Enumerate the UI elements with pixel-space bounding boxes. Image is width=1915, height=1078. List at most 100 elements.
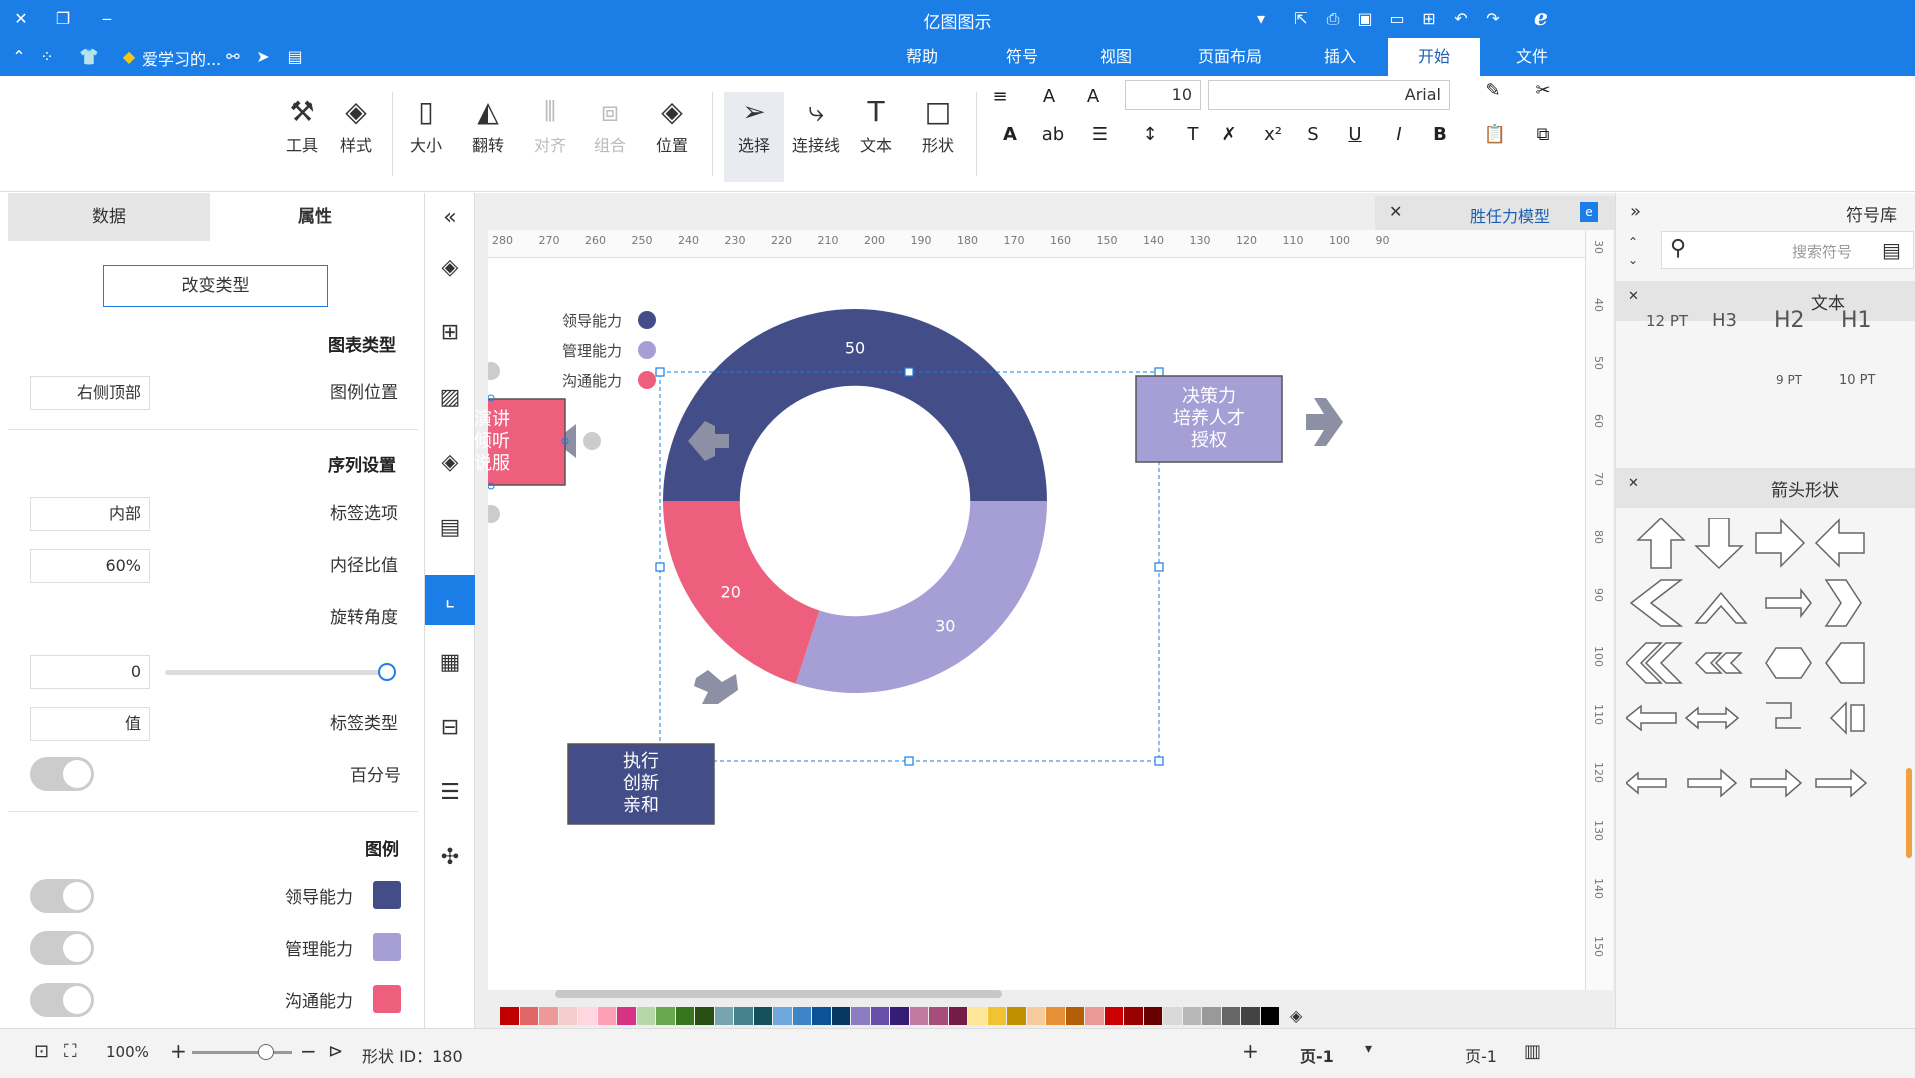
font-increase-icon[interactable]: A bbox=[1078, 82, 1108, 112]
font-color-icon[interactable]: A bbox=[995, 120, 1025, 150]
print-icon[interactable]: ⎙ bbox=[1322, 8, 1344, 30]
undo-icon[interactable]: ↶ bbox=[1450, 8, 1472, 30]
apps-icon[interactable]: ⁘ bbox=[36, 46, 58, 68]
palette-swatch[interactable] bbox=[1143, 1007, 1162, 1025]
collapse-ribbon-icon[interactable]: ⌃ bbox=[8, 46, 30, 68]
text-sample[interactable]: 9 PT bbox=[1776, 373, 1802, 387]
text-button[interactable]: T 文本 bbox=[846, 92, 906, 182]
group-button[interactable]: ⧈ 组合 bbox=[580, 92, 640, 182]
box-pink-text[interactable]: 演讲 倾听 说服 bbox=[419, 399, 565, 485]
tab-help[interactable]: 帮助 bbox=[896, 38, 948, 76]
tab-file[interactable]: 文件 bbox=[1510, 38, 1554, 76]
export-icon[interactable]: ⇱ bbox=[1290, 8, 1312, 30]
palette-swatch[interactable] bbox=[636, 1007, 655, 1025]
search-icon[interactable]: ⚲ bbox=[1670, 236, 1686, 261]
bold-icon[interactable]: B bbox=[1425, 120, 1455, 150]
line-spacing-icon[interactable]: ↕ bbox=[1135, 120, 1165, 150]
add-page-icon[interactable]: + bbox=[1242, 1039, 1259, 1063]
palette-swatch[interactable] bbox=[1221, 1007, 1240, 1025]
legend-item-toggle[interactable] bbox=[30, 983, 94, 1017]
underline-icon[interactable]: U bbox=[1340, 120, 1370, 150]
arrow-shapes-grid[interactable] bbox=[1626, 518, 1915, 1028]
play-icon[interactable]: ⊳ bbox=[328, 1041, 343, 1062]
palette-swatch[interactable] bbox=[617, 1007, 636, 1025]
palette-swatch[interactable] bbox=[539, 1007, 558, 1025]
fit-icon[interactable]: ✣ bbox=[435, 843, 465, 873]
palette-swatch[interactable] bbox=[1085, 1007, 1104, 1025]
inner-ratio-stepper[interactable]: 60% bbox=[30, 549, 150, 583]
arrow-down-left-shape[interactable] bbox=[694, 670, 738, 704]
palette-swatch[interactable] bbox=[870, 1007, 889, 1025]
arrow-right-shape[interactable] bbox=[1306, 398, 1343, 446]
select-button[interactable]: ➢ 选择 bbox=[724, 92, 784, 182]
page-selector[interactable]: 页-1 bbox=[1465, 1043, 1497, 1067]
strikethrough-icon[interactable]: S bbox=[1298, 120, 1328, 150]
connector-button[interactable]: ⤷ 连接线 bbox=[786, 92, 846, 182]
text-sample[interactable]: H2 bbox=[1774, 308, 1805, 333]
palette-swatch[interactable] bbox=[1104, 1007, 1123, 1025]
chart-icon[interactable]: ⌞ bbox=[425, 575, 475, 625]
palette-swatch[interactable] bbox=[500, 1007, 519, 1025]
slider-handle[interactable] bbox=[378, 663, 396, 681]
palette-swatch[interactable] bbox=[890, 1007, 909, 1025]
palette-swatch[interactable] bbox=[714, 1007, 733, 1025]
fit-width-icon[interactable]: ⊡ bbox=[34, 1041, 49, 1062]
palette-swatch[interactable] bbox=[909, 1007, 928, 1025]
palette-swatch[interactable] bbox=[1260, 1007, 1279, 1025]
color-palette[interactable] bbox=[488, 1005, 1585, 1027]
text-style-icon[interactable]: T bbox=[1178, 120, 1208, 150]
legend-item-toggle[interactable] bbox=[30, 879, 94, 913]
style-button[interactable]: ◈ 样式 bbox=[326, 92, 386, 182]
tab-properties[interactable]: 属性 bbox=[210, 193, 420, 241]
percent-toggle[interactable] bbox=[30, 757, 94, 791]
text-sample[interactable]: 10 PT bbox=[1839, 373, 1875, 388]
vip-icon[interactable]: ◆ bbox=[118, 46, 140, 68]
palette-swatch[interactable] bbox=[1202, 1007, 1221, 1025]
palette-swatch[interactable] bbox=[1163, 1007, 1182, 1025]
scroll-up-icon[interactable]: ⌃ bbox=[1628, 235, 1638, 249]
italic-icon[interactable]: I bbox=[1384, 120, 1414, 150]
superscript-icon[interactable]: x² bbox=[1258, 120, 1288, 150]
share-icon[interactable]: ⚯ bbox=[222, 46, 244, 68]
fill-icon[interactable]: ◈ bbox=[435, 253, 465, 283]
palette-swatch[interactable] bbox=[1124, 1007, 1143, 1025]
tools-button[interactable]: ⚒ 工具 bbox=[272, 92, 332, 182]
search-input[interactable]: 搜索符号 bbox=[1792, 241, 1852, 262]
connect-handle[interactable] bbox=[583, 432, 601, 450]
zoom-out-icon[interactable]: − bbox=[300, 1039, 317, 1063]
size-button[interactable]: ▯ 大小 bbox=[396, 92, 456, 182]
shape-button[interactable]: □ 形状 bbox=[908, 92, 968, 182]
library-icon[interactable]: ▤ bbox=[1882, 238, 1901, 262]
zoom-slider[interactable] bbox=[192, 1051, 292, 1054]
zoom-level[interactable]: 100% bbox=[106, 1043, 149, 1061]
close-icon[interactable]: ✕ bbox=[1389, 202, 1402, 221]
rotation-stepper[interactable]: 0 bbox=[30, 655, 150, 689]
palette-swatch[interactable] bbox=[656, 1007, 675, 1025]
save-icon[interactable]: ▣ bbox=[1354, 8, 1376, 30]
text-sample[interactable]: H1 bbox=[1841, 308, 1872, 333]
palette-swatch[interactable] bbox=[812, 1007, 831, 1025]
palette-swatch[interactable] bbox=[675, 1007, 694, 1025]
palette-swatch[interactable] bbox=[1046, 1007, 1065, 1025]
close-icon[interactable]: ✕ bbox=[1628, 289, 1639, 304]
open-folder-icon[interactable]: ▭ bbox=[1386, 8, 1408, 30]
clear-format-icon[interactable]: ✗ bbox=[1214, 120, 1244, 150]
org-chart-icon[interactable]: ⊟ bbox=[435, 713, 465, 743]
user-name[interactable]: 爱学习的... bbox=[142, 46, 221, 70]
tab-data[interactable]: 数据 bbox=[8, 193, 210, 241]
palette-swatch[interactable] bbox=[558, 1007, 577, 1025]
chevron-down-icon[interactable]: ▾ bbox=[1365, 1041, 1372, 1057]
text-sample[interactable]: H3 bbox=[1712, 310, 1737, 331]
palette-swatch[interactable] bbox=[519, 1007, 538, 1025]
cut-icon[interactable]: ✂ bbox=[1528, 76, 1558, 106]
diagram-svg[interactable]: 50 30 20 领导能力管理能力沟通能力 bbox=[488, 258, 1585, 990]
scroll-down-icon[interactable]: ⌄ bbox=[1628, 253, 1638, 267]
shirt-icon[interactable]: 👕 bbox=[78, 46, 100, 68]
format-painter-icon[interactable]: ✎ bbox=[1478, 76, 1508, 106]
font-name-select[interactable]: Arial bbox=[1208, 80, 1450, 110]
palette-swatch[interactable] bbox=[792, 1007, 811, 1025]
palette-swatch[interactable] bbox=[968, 1007, 987, 1025]
rotate-up-handle[interactable] bbox=[488, 362, 500, 380]
palette-swatch[interactable] bbox=[1065, 1007, 1084, 1025]
palette-swatch[interactable] bbox=[929, 1007, 948, 1025]
